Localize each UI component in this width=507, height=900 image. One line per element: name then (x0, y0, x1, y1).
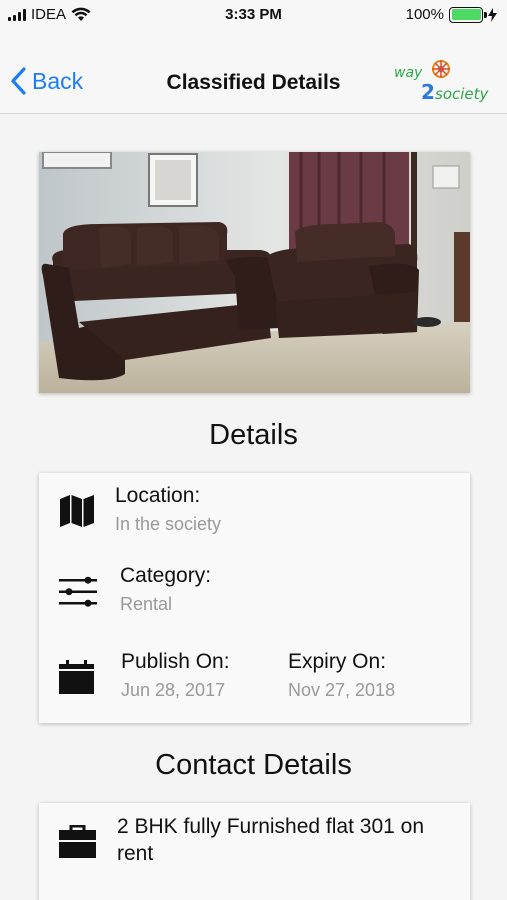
contact-card: 2 BHK fully Furnished flat 301 on rent (39, 803, 470, 900)
svg-text:way: way (394, 65, 423, 81)
category-value: Rental (120, 594, 173, 614)
expiry-label: Expiry On: (288, 650, 387, 673)
briefcase-icon (59, 825, 96, 858)
battery-icon (449, 6, 487, 23)
category-label: Category: (120, 564, 212, 587)
contact-heading: Contact Details (155, 749, 352, 781)
location-value: In the society (115, 514, 222, 534)
way2society-logo: way 2 society (394, 60, 490, 104)
expiry-value: Nov 27, 2018 (288, 680, 396, 700)
battery-percent: 100% (405, 6, 444, 23)
publish-value: Jun 28, 2017 (121, 680, 226, 700)
details-heading: Details (209, 419, 298, 451)
details-card: Location: In the society Category: Renta… (39, 473, 470, 723)
location-label: Location: (115, 484, 201, 507)
map-icon (60, 495, 94, 527)
navigation-bar: Back Classified Details way 2 society (0, 29, 507, 114)
publish-label: Publish On: (121, 650, 230, 673)
status-right: 100% (406, 6, 497, 23)
sliders-icon (59, 576, 97, 607)
listing-photo (39, 152, 470, 393)
calendar-icon (59, 660, 94, 694)
svg-text:society: society (435, 85, 490, 103)
svg-text:2: 2 (421, 80, 435, 104)
listing-title: 2 BHK fully Furnished flat 301 on rent (117, 815, 425, 865)
status-bar: IDEA 3:33 PM 100% (0, 0, 507, 29)
charging-icon (488, 7, 497, 22)
